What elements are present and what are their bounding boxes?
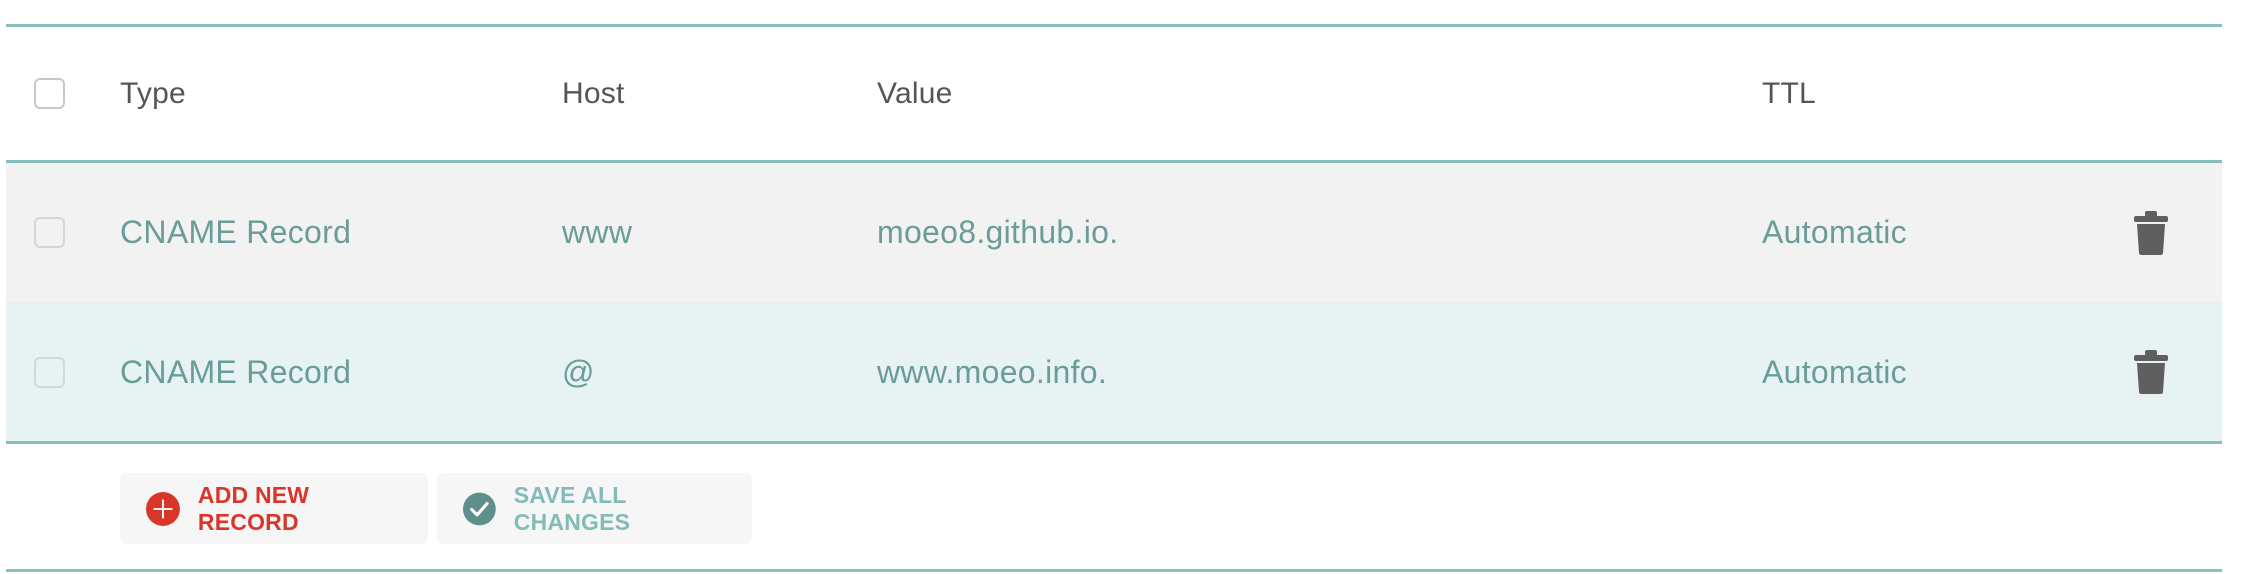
delete-record-button[interactable] xyxy=(2133,303,2169,441)
record-value[interactable]: www.moeo.info. xyxy=(877,303,1107,441)
column-header-host[interactable]: Host xyxy=(562,27,625,160)
add-new-record-label: ADD NEW RECORD xyxy=(197,481,310,535)
record-actions: ADD NEW RECORD SAVE ALL CHANGES xyxy=(120,473,752,544)
record-type[interactable]: CNAME Record xyxy=(120,163,351,302)
record-host[interactable]: www xyxy=(562,163,632,302)
delete-record-button[interactable] xyxy=(2133,163,2169,302)
select-all-checkbox[interactable] xyxy=(34,78,65,109)
plus-circle-icon xyxy=(146,491,180,526)
check-circle-icon xyxy=(463,492,496,525)
column-header-value[interactable]: Value xyxy=(877,27,953,160)
add-new-record-button[interactable]: ADD NEW RECORD xyxy=(120,473,428,544)
record-value[interactable]: moeo8.github.io. xyxy=(877,163,1118,302)
table-bottom-divider xyxy=(6,569,2222,572)
record-ttl[interactable]: Automatic xyxy=(1762,303,1907,441)
table-row[interactable]: CNAME Record @ www.moeo.info. Automatic xyxy=(6,303,2222,444)
record-host[interactable]: @ xyxy=(562,303,595,441)
column-header-ttl[interactable]: TTL xyxy=(1762,27,1816,160)
save-all-changes-label: SAVE ALL CHANGES xyxy=(513,481,631,535)
table-row[interactable]: CNAME Record www moeo8.github.io. Automa… xyxy=(6,163,2222,303)
table-header: Type Host Value TTL xyxy=(6,27,2222,163)
trash-icon[interactable] xyxy=(2133,210,2169,256)
dns-records-table: Type Host Value TTL CNAME Record www moe… xyxy=(6,24,2222,444)
record-ttl[interactable]: Automatic xyxy=(1762,163,1907,302)
trash-icon[interactable] xyxy=(2133,349,2169,395)
save-all-changes-button[interactable]: SAVE ALL CHANGES xyxy=(437,473,752,544)
select-all-cell xyxy=(34,27,65,160)
record-type[interactable]: CNAME Record xyxy=(120,303,351,441)
row-select-cell xyxy=(34,303,65,441)
column-header-type[interactable]: Type xyxy=(120,27,186,160)
row-select-cell xyxy=(34,163,65,302)
row-checkbox[interactable] xyxy=(34,356,65,388)
row-checkbox[interactable] xyxy=(34,217,65,248)
